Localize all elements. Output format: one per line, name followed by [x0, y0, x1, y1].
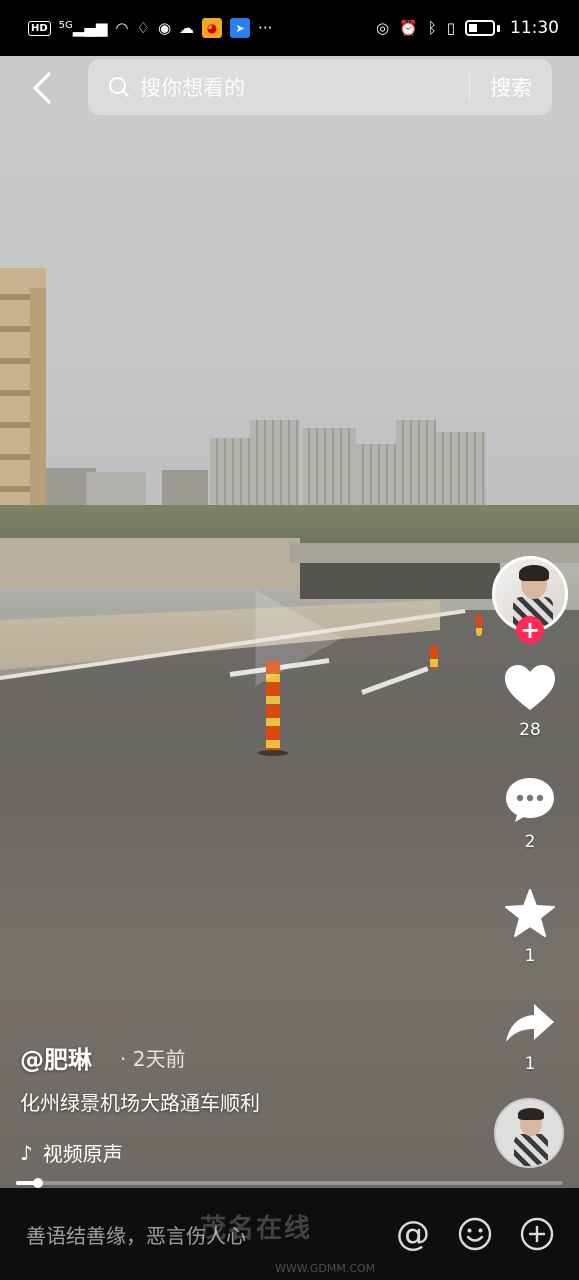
- music-row[interactable]: ♪ 视频原声: [20, 1138, 123, 1167]
- add-icon[interactable]: [517, 1214, 557, 1254]
- comment-icon: [506, 778, 554, 822]
- author-name[interactable]: @肥琳: [20, 1040, 92, 1075]
- star-icon: [505, 889, 555, 937]
- comment-button[interactable]: 2: [504, 776, 556, 852]
- like-count: 28: [519, 720, 541, 740]
- traffic-bollard: [430, 645, 438, 669]
- alarm-icon: ⏰: [399, 18, 418, 37]
- follow-button[interactable]: +: [516, 616, 544, 644]
- search-button[interactable]: 搜索: [490, 72, 532, 102]
- watermark-logo: 茂名在线: [200, 1214, 313, 1244]
- comment-input[interactable]: 善语结善缘，恶言伤人心: [26, 1220, 371, 1249]
- status-bar: HD 5G▂▄▆ ◠ ♢ ◉ ☁ ◕ ➤ ··· ◎ ⏰ ᛒ ▯ 11:30: [0, 0, 579, 56]
- cloud-icon: ☁: [179, 18, 195, 37]
- play-icon[interactable]: [246, 590, 342, 686]
- search-input[interactable]: 搜你想看的: [140, 72, 469, 102]
- progress-knob[interactable]: [32, 1178, 43, 1188]
- wifi-icon: ◠: [115, 18, 129, 37]
- heart-icon: [505, 665, 555, 710]
- link-icon: ♢: [136, 18, 150, 37]
- music-note-icon: ♪: [20, 1140, 33, 1165]
- post-time: · 2天前: [120, 1047, 186, 1071]
- search-divider: [469, 74, 470, 100]
- share-arrow-icon: [506, 1004, 554, 1042]
- music-title: 视频原声: [42, 1142, 123, 1166]
- mention-icon[interactable]: @: [393, 1214, 433, 1254]
- music-disc[interactable]: [494, 1098, 564, 1168]
- emoji-icon[interactable]: [455, 1214, 495, 1254]
- share-count: 1: [524, 1054, 536, 1074]
- search-bar[interactable]: 搜你想看的 搜索: [88, 59, 552, 115]
- battery-icon: [465, 20, 495, 36]
- favorite-button[interactable]: 1: [504, 888, 556, 966]
- watermark-url: WWW.GDMM.COM: [275, 1262, 376, 1275]
- app-notification-icon: ➤: [230, 18, 251, 38]
- clock: 11:30: [510, 18, 559, 38]
- construction-wall: [0, 538, 300, 588]
- share-button[interactable]: 1: [504, 1002, 556, 1074]
- low-building: [162, 470, 208, 510]
- more-notifications-icon: ···: [258, 18, 273, 37]
- chevron-left-icon: [33, 72, 51, 104]
- back-button[interactable]: [22, 68, 62, 108]
- video-caption: 化州绿景机场大路通车顺利: [20, 1091, 260, 1115]
- progress-bar[interactable]: [16, 1178, 563, 1188]
- traffic-bollard: [476, 614, 482, 636]
- building-left-side: [30, 288, 46, 528]
- weibo-icon: ◕: [202, 18, 223, 38]
- comment-count: 2: [524, 832, 536, 852]
- bluetooth-icon: ᛒ: [427, 18, 437, 37]
- hd-badge: HD: [28, 20, 51, 36]
- signal-icon: 5G▂▄▆: [58, 18, 108, 37]
- vibrate-icon: ▯: [446, 18, 455, 37]
- eye-icon: ◎: [375, 18, 390, 37]
- action-rail: + 28 2 1 1: [492, 556, 568, 1074]
- jd-icon: ◉: [157, 18, 172, 37]
- favorite-count: 1: [524, 946, 536, 966]
- like-button[interactable]: 28: [503, 664, 557, 740]
- search-icon: [108, 76, 130, 98]
